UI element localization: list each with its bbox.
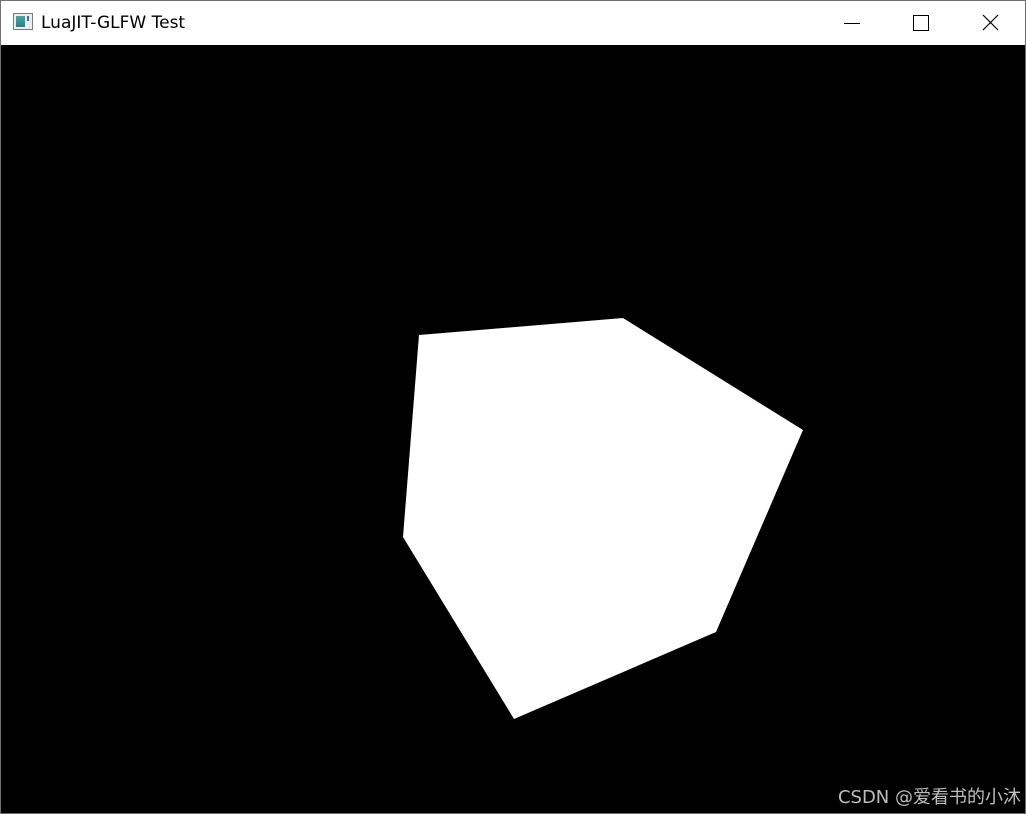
title-bar[interactable]: LuaJIT-GLFW Test [1,1,1025,45]
maximize-button[interactable] [885,1,953,45]
rotating-cube [403,318,803,719]
watermark: CSDN @爱看书的小沐 [837,787,1021,808]
close-button[interactable] [955,1,1023,45]
window-title: LuaJIT-GLFW Test [41,13,186,33]
cube-scene [403,318,803,719]
minimize-icon [844,23,860,24]
application-window: LuaJIT-GLFW Test CSDN @爱看书的小沐 [0,0,1026,814]
maximize-icon [913,15,929,31]
glfw-window-icon[interactable] [13,13,33,30]
opengl-viewport[interactable]: CSDN @爱看书的小沐 [1,45,1025,813]
minimize-button[interactable] [817,1,885,45]
close-icon [982,14,999,31]
